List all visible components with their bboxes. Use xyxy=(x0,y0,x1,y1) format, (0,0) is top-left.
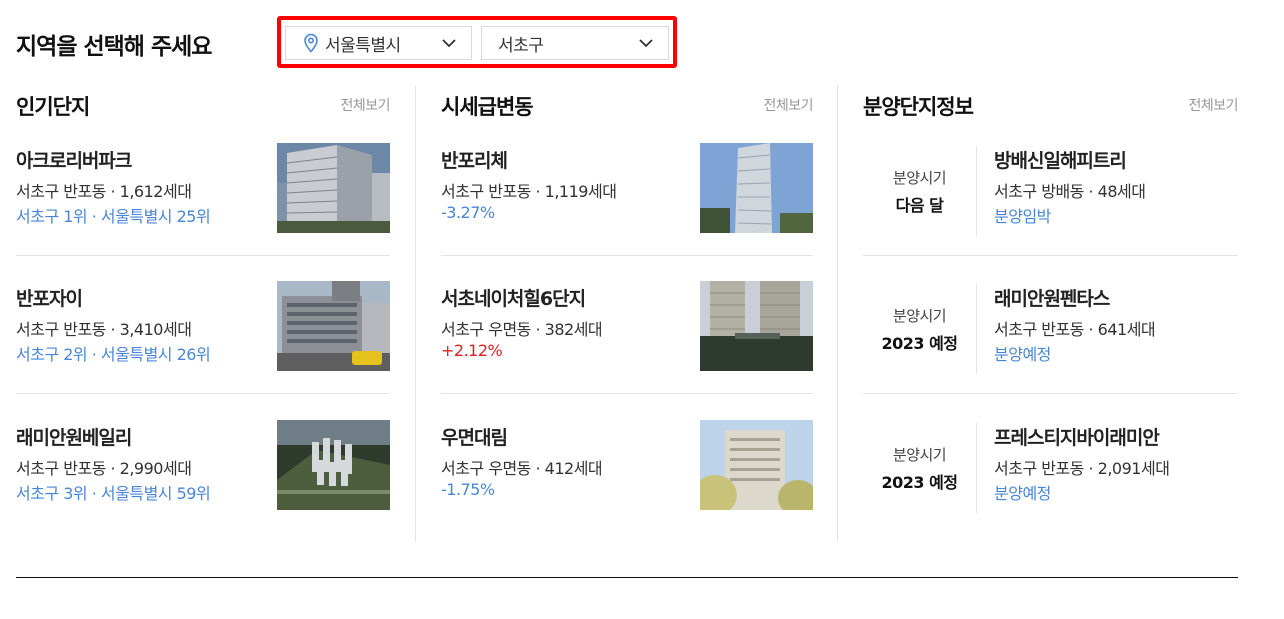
list-item[interactable]: 래미안원베일리 서초구 반포동 · 2,990세대 서초구 3위 · 서울특별시… xyxy=(16,420,390,513)
divider xyxy=(863,393,1238,394)
complex-meta: 서초구 반포동 · 1,612세대 xyxy=(16,182,192,201)
complex-meta: 서초구 우면동 · 412세대 xyxy=(441,459,603,478)
complex-photo[interactable] xyxy=(277,420,390,510)
district-select-value: 서초구 xyxy=(498,35,544,56)
complex-photo[interactable] xyxy=(700,281,813,371)
section-title: 시세급변동 xyxy=(441,95,534,119)
chevron-down-icon xyxy=(638,35,654,51)
complex-photo[interactable] xyxy=(277,143,390,233)
district-select[interactable]: 서초구 xyxy=(481,26,669,60)
column-divider xyxy=(837,86,838,542)
divider xyxy=(441,255,813,256)
complex-meta: 서초구 반포동 · 641세대 xyxy=(994,320,1156,339)
complex-name[interactable]: 우면대림 xyxy=(441,423,508,450)
complex-rank: 서초구 3위 · 서울특별시 59위 xyxy=(16,484,211,503)
sale-timing: 분양시기 다음 달 xyxy=(863,146,977,236)
bottom-divider xyxy=(16,577,1238,578)
price-change-value: +2.12% xyxy=(441,341,503,360)
page-title: 지역을 선택해 주세요 xyxy=(16,34,212,60)
sale-timing-value: 다음 달 xyxy=(895,196,944,215)
complex-name[interactable]: 프레스티지바이래미안 xyxy=(994,423,1160,450)
sale-timing: 분양시기 2023 예정 xyxy=(863,284,977,374)
city-select[interactable]: 서울특별시 xyxy=(285,26,472,60)
location-pin-icon xyxy=(303,33,319,53)
section-title: 분양단지정보 xyxy=(863,95,974,119)
complex-meta: 서초구 방배동 · 48세대 xyxy=(994,182,1146,201)
complex-name[interactable]: 반포자이 xyxy=(16,284,83,311)
list-item[interactable]: 아크로리버파크 서초구 반포동 · 1,612세대 서초구 1위 · 서울특별시… xyxy=(16,143,390,236)
price-change-section: 시세급변동 전체보기 반포리체 서초구 반포동 · 1,119세대 -3.27%… xyxy=(441,86,813,542)
popular-complexes-section: 인기단지 전체보기 아크로리버파크 서초구 반포동 · 1,612세대 서초구 … xyxy=(16,86,390,542)
complex-photo[interactable] xyxy=(700,420,813,510)
list-item[interactable]: 서초네이처힐6단지 서초구 우면동 · 382세대 +2.12% xyxy=(441,281,813,374)
sale-timing: 분양시기 2023 예정 xyxy=(863,423,977,513)
list-item[interactable]: 우면대림 서초구 우면동 · 412세대 -1.75% xyxy=(441,420,813,513)
complex-photo[interactable] xyxy=(277,281,390,371)
list-item[interactable]: 분양시기 2023 예정 래미안원펜타스 서초구 반포동 · 641세대 분양예… xyxy=(863,284,1238,374)
sale-timing-label: 분양시기 xyxy=(892,169,947,187)
city-select-value: 서울특별시 xyxy=(325,35,401,56)
price-change-value: -3.27% xyxy=(441,203,495,222)
section-title: 인기단지 xyxy=(16,95,90,119)
presale-status: 분양예정 xyxy=(994,484,1051,503)
divider xyxy=(16,393,390,394)
complex-name[interactable]: 래미안원펜타스 xyxy=(994,284,1110,311)
sale-timing-value: 2023 예정 xyxy=(881,334,958,353)
region-selector: 서울특별시 서초구 xyxy=(277,16,677,68)
complex-meta: 서초구 반포동 · 2,990세대 xyxy=(16,459,192,478)
price-change-value: -1.75% xyxy=(441,480,495,499)
complex-rank: 서초구 2위 · 서울특별시 26위 xyxy=(16,345,211,364)
sale-timing-label: 분양시기 xyxy=(892,446,947,464)
view-all-link[interactable]: 전체보기 xyxy=(763,95,813,115)
list-item[interactable]: 분양시기 다음 달 방배신일해피트리 서초구 방배동 · 48세대 분양임박 xyxy=(863,146,1238,236)
presale-status: 분양예정 xyxy=(994,345,1051,364)
complex-rank: 서초구 1위 · 서울특별시 25위 xyxy=(16,207,211,226)
complex-meta: 서초구 반포동 · 2,091세대 xyxy=(994,459,1170,478)
list-item[interactable]: 반포자이 서초구 반포동 · 3,410세대 서초구 2위 · 서울특별시 26… xyxy=(16,281,390,374)
divider xyxy=(441,393,813,394)
sale-timing-label: 분양시기 xyxy=(892,307,947,325)
complex-meta: 서초구 반포동 · 1,119세대 xyxy=(441,182,617,201)
complex-meta: 서초구 반포동 · 3,410세대 xyxy=(16,320,192,339)
complex-photo[interactable] xyxy=(700,143,813,233)
complex-name[interactable]: 방배신일해피트리 xyxy=(994,146,1127,173)
chevron-down-icon xyxy=(441,35,457,51)
column-divider xyxy=(415,86,416,542)
complex-meta: 서초구 우면동 · 382세대 xyxy=(441,320,603,339)
presale-status: 분양임박 xyxy=(994,207,1051,226)
view-all-link[interactable]: 전체보기 xyxy=(1188,95,1238,115)
divider xyxy=(16,255,390,256)
complex-name[interactable]: 반포리체 xyxy=(441,146,508,173)
view-all-link[interactable]: 전체보기 xyxy=(340,95,390,115)
complex-name[interactable]: 서초네이처힐6단지 xyxy=(441,284,586,311)
list-item[interactable]: 반포리체 서초구 반포동 · 1,119세대 -3.27% xyxy=(441,143,813,236)
divider xyxy=(863,255,1238,256)
sale-timing-value: 2023 예정 xyxy=(881,473,958,492)
complex-name[interactable]: 래미안원베일리 xyxy=(16,423,132,450)
presale-section: 분양단지정보 전체보기 분양시기 다음 달 방배신일해피트리 서초구 방배동 ·… xyxy=(863,86,1238,542)
list-item[interactable]: 분양시기 2023 예정 프레스티지바이래미안 서초구 반포동 · 2,091세… xyxy=(863,423,1238,513)
complex-name[interactable]: 아크로리버파크 xyxy=(16,146,132,173)
